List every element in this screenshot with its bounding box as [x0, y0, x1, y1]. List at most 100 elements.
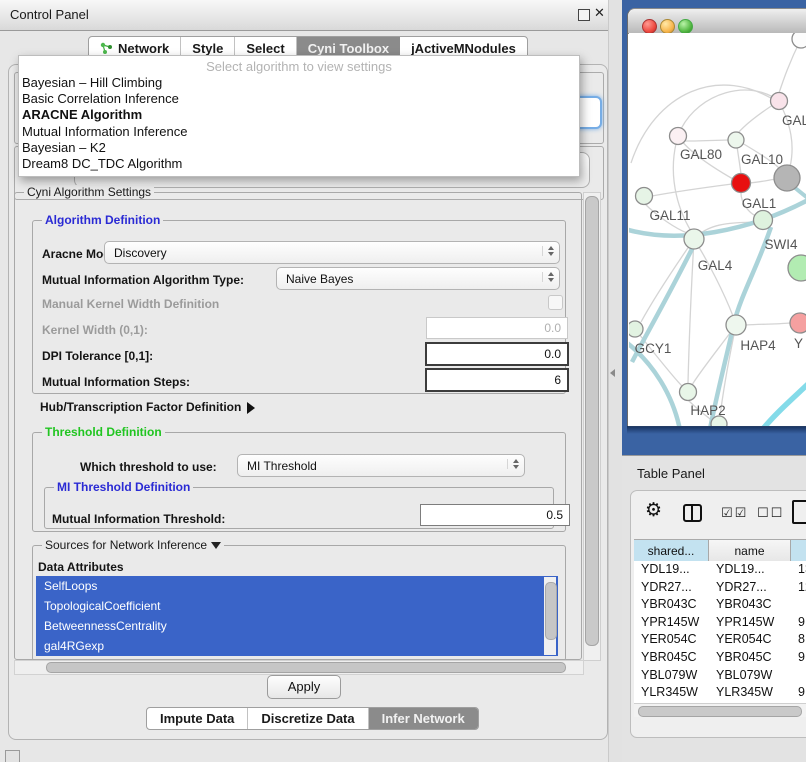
- node-partial-top[interactable]: [792, 33, 806, 48]
- float-window-icon[interactable]: [578, 9, 590, 21]
- cyni-algorithm-settings-title: Cyni Algorithm Settings: [24, 185, 154, 199]
- sources-title-label: Sources for Network Inference: [45, 538, 207, 552]
- table-row[interactable]: YBR043CYBR043C: [634, 596, 806, 614]
- table-row[interactable]: YDL19...YDL19...13: [634, 561, 806, 579]
- table-body[interactable]: YDL19...YDL19...13 YDR27...YDR27...12 YB…: [634, 561, 806, 703]
- which-threshold-select[interactable]: MI Threshold: [237, 454, 525, 477]
- collapsed-panel-icon[interactable]: [5, 750, 20, 762]
- close-traffic-light-icon[interactable]: [642, 19, 657, 34]
- table-panel-container: ⚙ ☑☑ ☐☐ shared... name YDL19...YDL19...1…: [630, 490, 806, 738]
- gear-icon[interactable]: ⚙: [645, 501, 662, 520]
- dropdown-option[interactable]: Dream8 DC_TDC Algorithm: [19, 156, 579, 172]
- dropdown-option[interactable]: Basic Correlation Inference: [19, 91, 579, 107]
- mi-algorithm-type-label: Mutual Information Algorithm Type:: [42, 273, 244, 287]
- mi-steps-field[interactable]: 6: [425, 368, 569, 392]
- tab-impute-data-label: Impute Data: [160, 711, 234, 726]
- network-graph: GAL GAL80 GAL10 GAL1 GAL11 SWI4 GAL4 GCY…: [629, 33, 806, 426]
- apply-button[interactable]: Apply: [267, 675, 341, 699]
- node-swi4[interactable]: [754, 211, 773, 230]
- combo-spinner-icon: [542, 246, 554, 256]
- table-row[interactable]: YER054CYER054C8.: [634, 631, 806, 649]
- mi-algorithm-type-select[interactable]: Naive Bayes: [276, 267, 560, 290]
- list-item[interactable]: TopologicalCoefficient: [36, 596, 558, 616]
- column-header-name[interactable]: name: [709, 540, 791, 561]
- column-header-partial[interactable]: [791, 540, 806, 561]
- table-horizontal-scrollbar[interactable]: [634, 703, 806, 717]
- columns-icon[interactable]: [683, 504, 702, 522]
- unchecked-pair-icon[interactable]: ☐☐: [757, 505, 784, 521]
- node-gal11[interactable]: [636, 188, 653, 205]
- tab-jactivemnodules-label: jActiveMNodules: [411, 41, 516, 56]
- node-hap4[interactable]: [726, 315, 746, 335]
- dpi-tolerance-label: DPI Tolerance [0,1]:: [42, 349, 153, 363]
- dropdown-option-selected[interactable]: ARACNE Algorithm: [19, 107, 579, 123]
- dpi-tolerance-field[interactable]: 0.0: [425, 342, 569, 366]
- mi-threshold-label: Mutual Information Threshold:: [52, 512, 225, 526]
- list-item[interactable]: BetweennessCentrality: [36, 616, 558, 636]
- close-icon[interactable]: ✕: [594, 5, 605, 21]
- dropdown-option[interactable]: Mutual Information Inference: [19, 124, 579, 140]
- document-icon[interactable]: [792, 500, 806, 524]
- node-gal10[interactable]: [728, 132, 744, 148]
- checked-pair-icon[interactable]: ☑☑: [721, 505, 748, 521]
- hub-definition-toggle[interactable]: Hub/Transcription Factor Definition: [40, 400, 255, 414]
- tab-select-label: Select: [246, 41, 284, 56]
- zoom-traffic-light-icon[interactable]: [678, 19, 693, 34]
- node-label: GAL10: [741, 152, 783, 167]
- table-row[interactable]: YDR27...YDR27...12: [634, 579, 806, 597]
- tab-network-label: Network: [118, 41, 169, 56]
- node-salmon[interactable]: [790, 313, 806, 333]
- data-attributes-label: Data Attributes: [38, 560, 124, 574]
- sources-title[interactable]: Sources for Network Inference: [42, 538, 224, 552]
- column-header-shared[interactable]: shared...: [634, 540, 709, 561]
- network-canvas[interactable]: GAL GAL80 GAL10 GAL1 GAL11 SWI4 GAL4 GCY…: [629, 33, 806, 426]
- node-label: GAL: [782, 113, 806, 128]
- settings-vertical-scrollbar-thumb[interactable]: [585, 196, 599, 646]
- tab-infer-network[interactable]: Infer Network: [369, 708, 478, 729]
- hub-definition-label: Hub/Transcription Factor Definition: [40, 400, 241, 414]
- node-hap2[interactable]: [680, 384, 697, 401]
- aracne-mode-select[interactable]: Discovery: [104, 241, 560, 264]
- node-gal80[interactable]: [670, 128, 687, 145]
- collapse-down-icon: [211, 542, 221, 549]
- table-horizontal-scrollbar-thumb[interactable]: [638, 706, 802, 717]
- list-item[interactable]: gal4RGexp: [36, 636, 558, 656]
- node-gal1-red[interactable]: [732, 174, 751, 193]
- minimize-traffic-light-icon[interactable]: [660, 19, 675, 34]
- bottom-tabbar: Impute Data Discretize Data Infer Networ…: [146, 707, 479, 730]
- settings-horizontal-scrollbar-thumb[interactable]: [46, 662, 566, 673]
- which-threshold-label: Which threshold to use:: [80, 460, 217, 474]
- node-bright-green[interactable]: [788, 255, 806, 281]
- tab-discretize-data[interactable]: Discretize Data: [248, 708, 368, 729]
- window-shadow: [627, 426, 806, 434]
- node-gal-pink[interactable]: [771, 93, 788, 110]
- table-row[interactable]: YPR145WYPR145W9.: [634, 614, 806, 632]
- node-label: GAL11: [649, 208, 690, 223]
- network-window-titlebar[interactable]: [628, 9, 806, 34]
- tab-impute-data[interactable]: Impute Data: [147, 708, 248, 729]
- splitter-collapse-icon[interactable]: [610, 369, 615, 377]
- manual-kernel-width-checkbox[interactable]: [548, 295, 563, 310]
- dropdown-option[interactable]: Bayesian – K2: [19, 140, 579, 156]
- network-view-window: GAL GAL80 GAL10 GAL1 GAL11 SWI4 GAL4 GCY…: [627, 8, 806, 427]
- which-threshold-value: MI Threshold: [247, 459, 317, 473]
- data-attributes-list[interactable]: SelfLoops TopologicalCoefficient Between…: [36, 576, 558, 656]
- mi-steps-label: Mutual Information Steps:: [42, 375, 190, 389]
- node-gray[interactable]: [774, 165, 800, 191]
- list-scrollbar-thumb[interactable]: [545, 582, 557, 640]
- manual-kernel-width-label: Manual Kernel Width Definition: [42, 297, 219, 311]
- kernel-width-field[interactable]: 0.0: [426, 317, 568, 339]
- node-gal4[interactable]: [684, 229, 704, 249]
- panel-splitter[interactable]: [608, 0, 623, 762]
- table-row[interactable]: YLR345WYLR345W9.: [634, 684, 806, 702]
- dropdown-option[interactable]: Bayesian – Hill Climbing: [19, 75, 579, 91]
- node-label: GAL80: [680, 147, 722, 162]
- list-item[interactable]: SelfLoops: [36, 576, 558, 596]
- node-gcy1[interactable]: [629, 321, 643, 337]
- node-label: GAL4: [698, 258, 733, 273]
- table-row[interactable]: YBR045CYBR045C9.: [634, 649, 806, 667]
- control-panel-title: Control Panel: [10, 7, 89, 22]
- combo-spinner-icon: [507, 459, 519, 469]
- mi-threshold-field[interactable]: 0.5: [420, 504, 570, 526]
- table-row[interactable]: YBL079WYBL079W: [634, 667, 806, 685]
